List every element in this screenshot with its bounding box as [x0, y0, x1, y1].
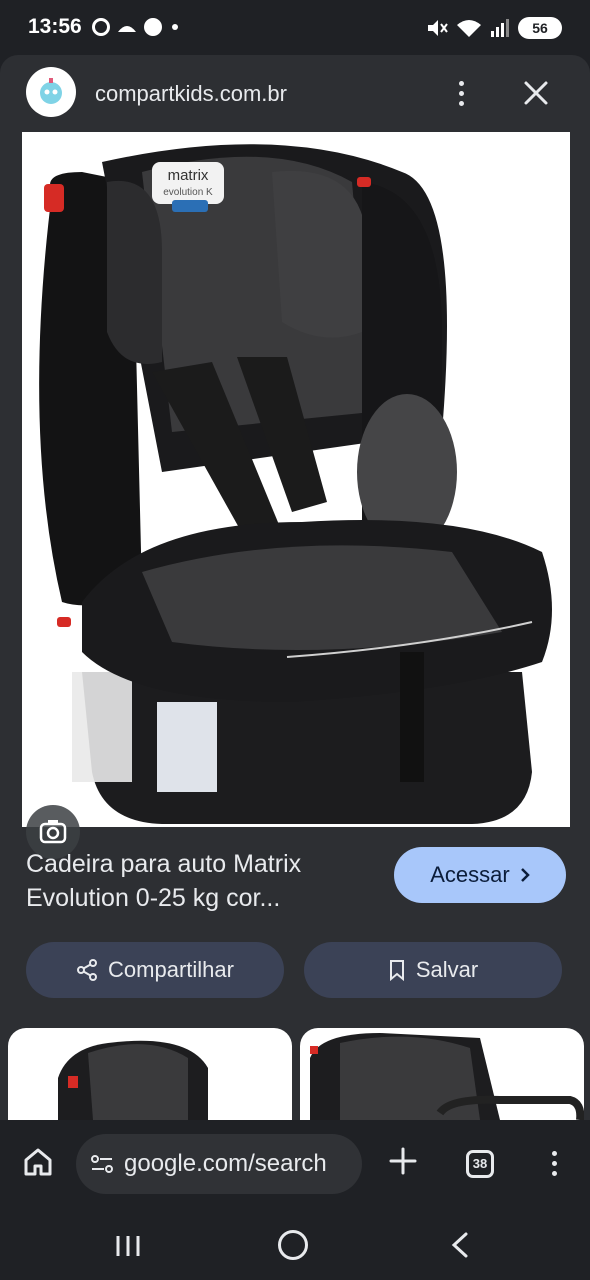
recent-apps-icon	[116, 1236, 140, 1256]
related-image-2[interactable]	[300, 1028, 584, 1120]
product-title-line2: Evolution 0-25 kg cor...	[26, 884, 281, 912]
system-home-button[interactable]	[278, 1230, 308, 1260]
share-button[interactable]: Compartilhar	[26, 942, 284, 998]
more-notifications-dot	[172, 24, 178, 30]
notification-icons	[92, 18, 178, 36]
visit-button-label: Acessar	[430, 862, 510, 887]
chrome-notification-icon	[92, 18, 110, 36]
url-text: google.com/search	[124, 1150, 327, 1177]
share-button-label: Compartilhar	[108, 957, 234, 982]
image-preview-sheet: compartkids.com.br matrix evolution K Ca…	[0, 55, 590, 1120]
visit-button[interactable]: Acessar	[394, 847, 566, 903]
status-right: 56	[426, 17, 562, 39]
mute-icon	[428, 20, 448, 36]
robot-logo-icon	[40, 78, 62, 104]
battery-indicator: 56	[518, 17, 562, 39]
home-icon	[24, 1148, 52, 1176]
site-name[interactable]: compartkids.com.br	[95, 81, 287, 107]
lens-camera-icon	[39, 820, 67, 844]
related-car-seat-image	[58, 1040, 208, 1120]
product-title-line1: Cadeira para auto Matrix	[26, 850, 302, 878]
save-button[interactable]: Salvar	[304, 942, 562, 998]
system-back-button[interactable]	[446, 1230, 474, 1260]
save-button-label: Salvar	[415, 957, 479, 982]
site-header: compartkids.com.br	[0, 55, 590, 131]
app-notification-icon	[118, 26, 136, 32]
new-tab-button[interactable]	[386, 1144, 420, 1178]
status-bar: 13:56 56	[0, 0, 590, 58]
system-navigation-bar	[0, 1212, 590, 1280]
close-icon	[524, 81, 548, 105]
image-brand-line1: matrix	[168, 167, 209, 184]
status-time: 13:56	[28, 15, 82, 38]
home-button[interactable]	[20, 1144, 56, 1180]
product-title: Cadeira para auto Matrix Evolution 0-25 …	[26, 847, 376, 915]
signal-icon	[491, 19, 509, 37]
address-bar[interactable]: google.com/search	[76, 1134, 362, 1194]
related-image-1[interactable]	[8, 1028, 292, 1120]
recent-apps-button[interactable]	[110, 1232, 146, 1260]
tab-switcher-button[interactable]: 38	[466, 1150, 494, 1178]
bookmark-icon	[389, 960, 404, 981]
image-brand-line2: evolution K	[163, 187, 213, 198]
back-chevron-icon	[451, 1232, 468, 1258]
close-button[interactable]	[520, 75, 552, 111]
share-icon	[77, 959, 98, 981]
related-car-seat-image	[310, 1033, 584, 1120]
plus-icon	[389, 1147, 417, 1175]
wifi-icon	[457, 20, 481, 37]
site-logo[interactable]	[26, 67, 76, 117]
product-image[interactable]: matrix evolution K	[22, 132, 570, 827]
browser-menu-button[interactable]	[544, 1146, 564, 1180]
facebook-notification-icon	[144, 18, 162, 36]
car-seat-image: matrix evolution K	[39, 144, 552, 824]
site-settings-icon	[91, 1155, 113, 1173]
chevron-right-icon	[520, 868, 530, 882]
more-options-button[interactable]	[446, 75, 476, 111]
browser-toolbar: google.com/search 38	[0, 1120, 590, 1212]
